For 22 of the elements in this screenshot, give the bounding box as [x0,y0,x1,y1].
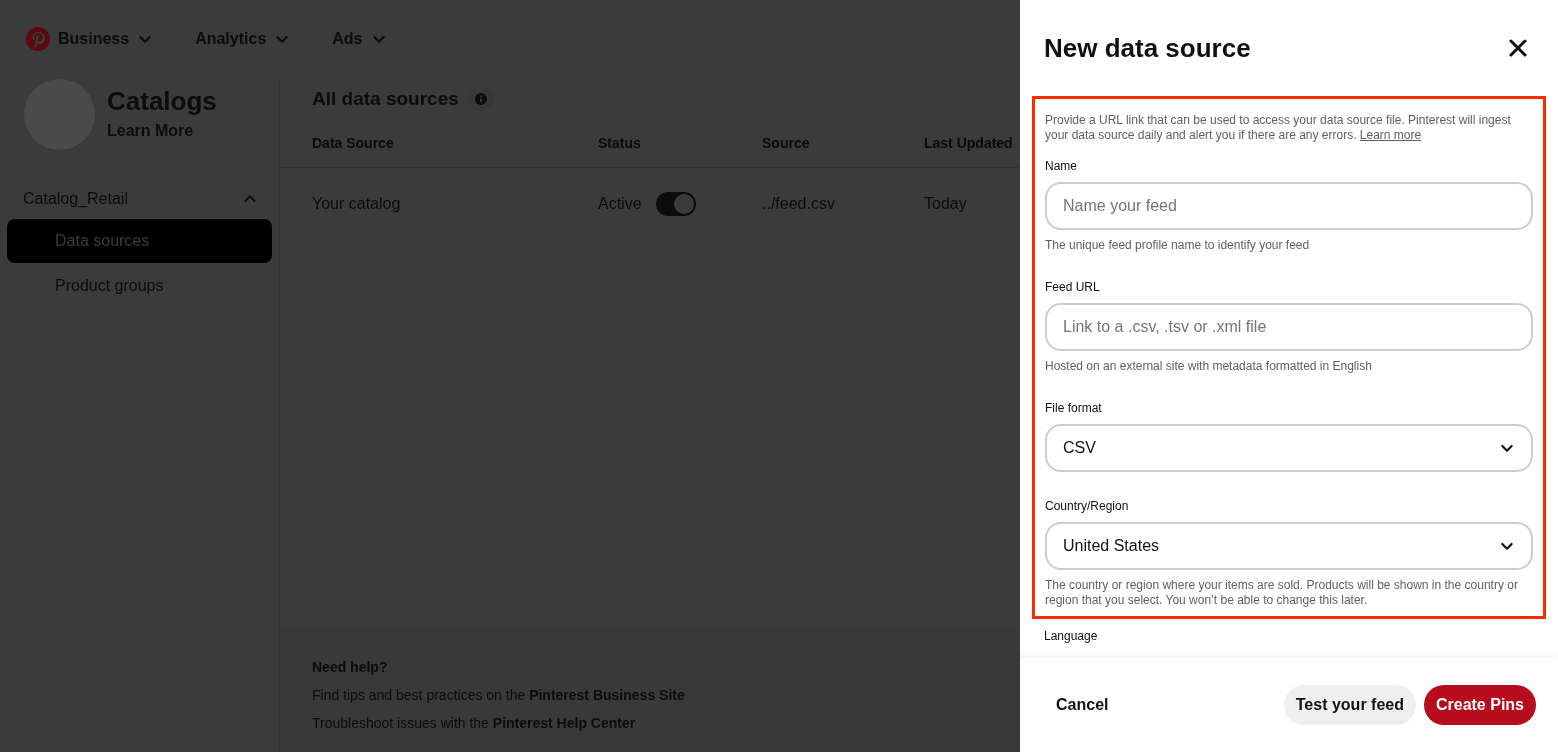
field-label: Name [1045,158,1078,175]
create-pins-button[interactable]: Create Pins [1423,685,1536,725]
field-help-text: The country or region where your items are sold. Products will be shown in the country or region that you select. You won’t be able to change this later. [1045,578,1519,608]
test-feed-button[interactable]: Test your feed [1283,685,1416,725]
text-field[interactable]: Name your feed [1045,182,1533,230]
text-field[interactable]: Link to a .csv, .tsv or .xml file [1045,303,1533,351]
toggle-switch[interactable] [655,192,696,216]
sidebar-item[interactable]: Data sources [7,219,272,263]
cancel-button[interactable]: Cancel [1044,685,1121,725]
field-label: File format [1045,400,1103,417]
field-help-text: The unique feed profile name to identify your feed [1045,238,1311,253]
drawer-title: New data source [1044,31,1251,65]
field-label: Feed URL [1045,279,1101,296]
field-label: Country/Region [1045,498,1130,515]
field-help-text: Hosted on an external site with metadata formatted in English [1045,359,1373,374]
select-field[interactable]: CSV [1045,424,1533,472]
field-label: Language [1044,629,1099,643]
select-field[interactable]: United States [1045,522,1533,570]
intro-text: Provide a URL link that can be used to access your data source file. Pinterest will ingest your data source daily and alert you if there are any errors. Learn more [1045,113,1512,143]
logo-icon [26,27,50,51]
close-icon[interactable] [1508,38,1528,58]
learn-more-link[interactable]: Learn more [1359,128,1422,142]
